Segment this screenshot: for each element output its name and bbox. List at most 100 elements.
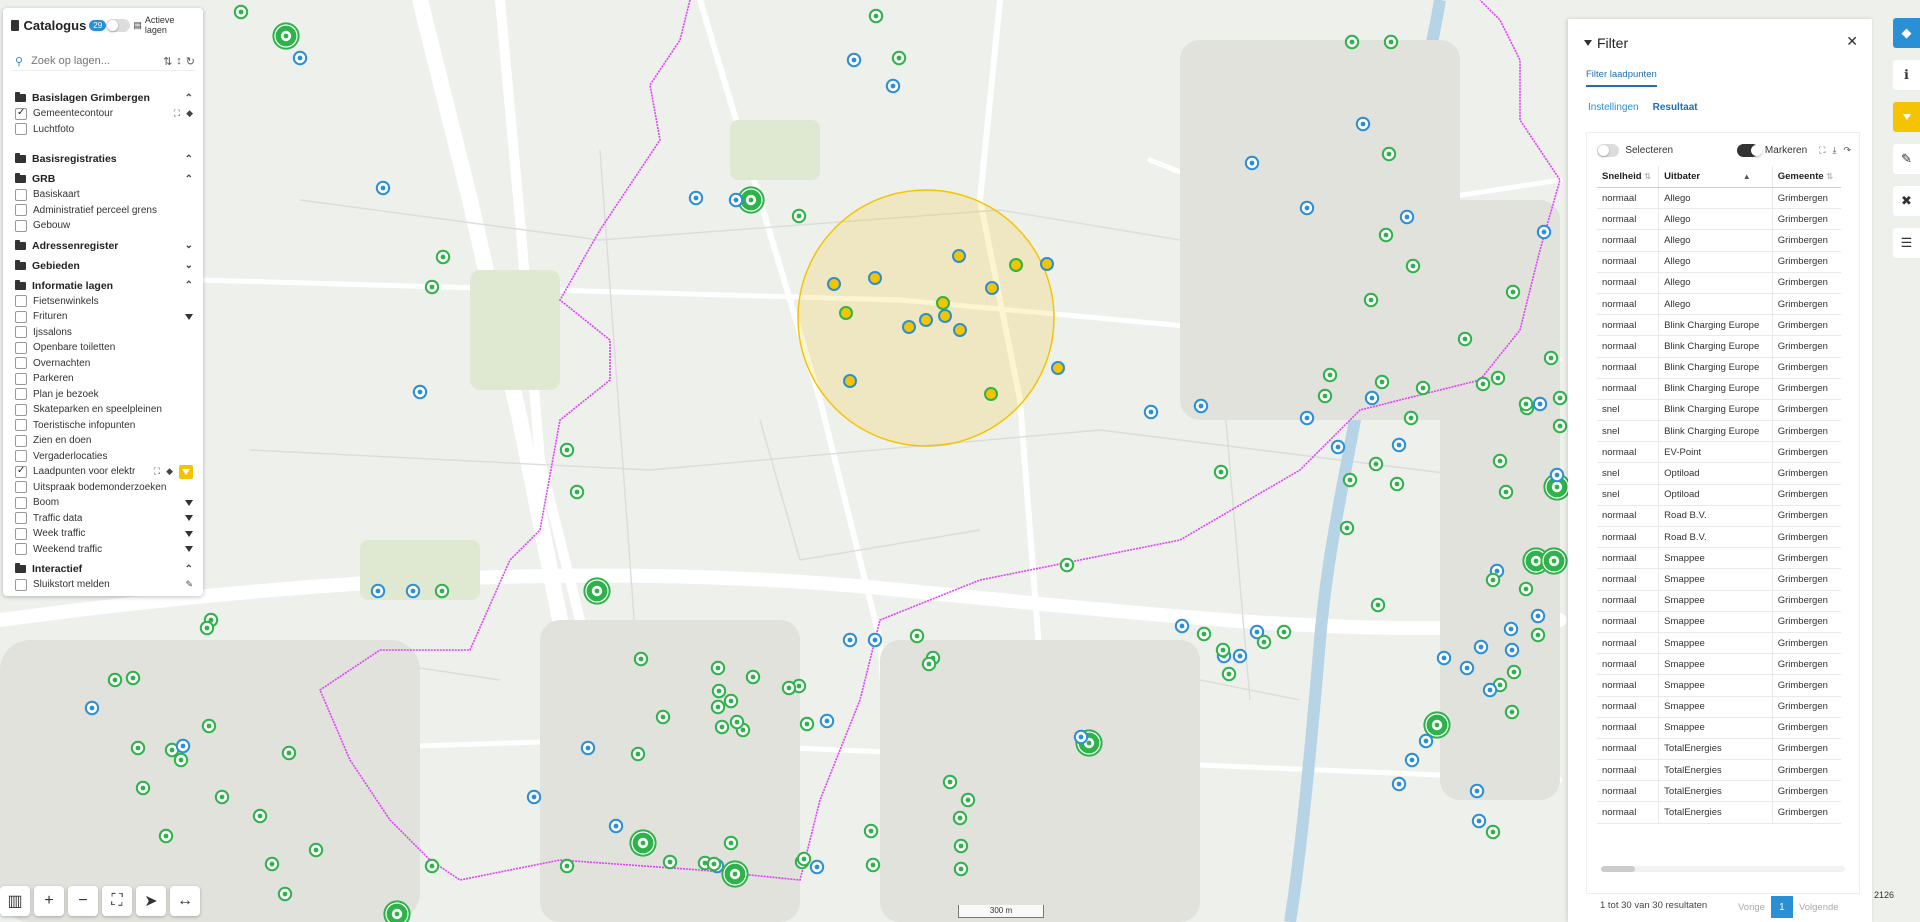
- map-marker[interactable]: [821, 715, 833, 727]
- map-marker[interactable]: [160, 830, 172, 842]
- map-marker[interactable]: [279, 888, 291, 900]
- map-marker[interactable]: [1145, 406, 1157, 418]
- map-marker[interactable]: [1505, 623, 1517, 635]
- layer-checkbox[interactable]: [15, 357, 27, 369]
- map-marker[interactable]: [266, 858, 278, 870]
- table-row[interactable]: normaal Road B.V. Grimbergen: [1597, 527, 1841, 548]
- layer-checkbox[interactable]: [15, 326, 27, 338]
- edit-icon[interactable]: ✎: [185, 579, 193, 590]
- table-row[interactable]: normaal Smappee Grimbergen: [1597, 548, 1841, 569]
- map-marker[interactable]: [1424, 712, 1449, 737]
- layer-checkbox[interactable]: [15, 497, 27, 509]
- map-marker[interactable]: [713, 685, 725, 697]
- layer-checkbox[interactable]: [15, 123, 27, 135]
- map-marker[interactable]: [426, 281, 438, 293]
- map-marker[interactable]: [1234, 650, 1246, 662]
- zoom-out-button[interactable]: −: [68, 886, 98, 916]
- layer-item[interactable]: Toeristische infopunten: [15, 418, 193, 434]
- measure-button[interactable]: ↔: [170, 886, 200, 916]
- layer-item[interactable]: Uitspraak bodemonderzoeken: [15, 480, 193, 496]
- map-marker[interactable]: [137, 782, 149, 794]
- layer-checkbox[interactable]: [15, 435, 27, 447]
- map-marker[interactable]: [1344, 474, 1356, 486]
- map-marker[interactable]: [561, 860, 573, 872]
- layer-item[interactable]: Basiskaart: [15, 187, 193, 203]
- table-row[interactable]: normaal Smappee Grimbergen: [1597, 569, 1841, 590]
- table-row[interactable]: normaal TotalEnergies Grimbergen: [1597, 738, 1841, 759]
- layer-checkbox[interactable]: [15, 512, 27, 524]
- locate-button[interactable]: ➤: [136, 886, 166, 916]
- share-icon[interactable]: ↷: [1843, 145, 1851, 156]
- map-marker[interactable]: [1494, 455, 1506, 467]
- map-marker[interactable]: [793, 210, 805, 222]
- active-layers-switch[interactable]: [106, 19, 130, 32]
- map-marker[interactable]: [1301, 412, 1313, 424]
- layer-item[interactable]: Plan je bezoek: [15, 387, 193, 403]
- map-marker[interactable]: [1520, 398, 1532, 410]
- map-marker[interactable]: [1532, 610, 1544, 622]
- layer-checkbox[interactable]: [15, 466, 27, 478]
- map-marker[interactable]: [1332, 441, 1344, 453]
- filter-button[interactable]: [1893, 102, 1920, 132]
- filter-icon[interactable]: [185, 546, 193, 552]
- layer-group[interactable]: Adressenregister ⌄: [15, 238, 193, 254]
- layer-group[interactable]: Interactief ⌃: [15, 561, 193, 577]
- table-row[interactable]: snel Optiload Grimbergen: [1597, 484, 1841, 505]
- layer-item[interactable]: Frituren: [15, 309, 193, 325]
- map-marker[interactable]: [584, 578, 609, 603]
- map-marker[interactable]: [911, 630, 923, 642]
- layer-item[interactable]: Week traffic: [15, 526, 193, 542]
- highlighted-map-marker[interactable]: [1052, 362, 1064, 374]
- layer-checkbox[interactable]: [15, 528, 27, 540]
- table-row[interactable]: normaal Road B.V. Grimbergen: [1597, 505, 1841, 526]
- map-marker[interactable]: [610, 820, 622, 832]
- highlighted-map-marker[interactable]: [840, 307, 852, 319]
- tab-resultaat[interactable]: Resultaat: [1653, 102, 1698, 113]
- map-marker[interactable]: [1401, 211, 1413, 223]
- map-marker[interactable]: [1324, 369, 1336, 381]
- map-marker[interactable]: [1217, 644, 1229, 656]
- map-marker[interactable]: [1246, 157, 1258, 169]
- column-header-snelheid[interactable]: Snelheid ⇅: [1597, 166, 1659, 188]
- map-marker[interactable]: [1438, 652, 1450, 664]
- layer-group[interactable]: Basislagen Grimbergen ⌃: [15, 90, 193, 106]
- map-marker[interactable]: [1258, 636, 1270, 648]
- map-marker[interactable]: [867, 859, 879, 871]
- map-marker[interactable]: [1520, 583, 1532, 595]
- map-marker[interactable]: [1508, 666, 1520, 678]
- tag-icon[interactable]: ◆: [166, 466, 173, 477]
- highlighted-map-marker[interactable]: [954, 324, 966, 336]
- map-marker[interactable]: [1376, 376, 1388, 388]
- extent-icon[interactable]: ⛶: [174, 108, 180, 119]
- map-marker[interactable]: [716, 721, 728, 733]
- map-marker[interactable]: [798, 853, 810, 865]
- pager-page-1[interactable]: 1: [1771, 896, 1793, 918]
- table-row[interactable]: normaal Allego Grimbergen: [1597, 230, 1841, 251]
- layer-checkbox[interactable]: [15, 419, 27, 431]
- map-marker[interactable]: [1380, 229, 1392, 241]
- map-marker[interactable]: [582, 742, 594, 754]
- layer-group[interactable]: Informatie lagen ⌃: [15, 278, 193, 294]
- map-marker[interactable]: [783, 682, 795, 694]
- table-row[interactable]: normaal TotalEnergies Grimbergen: [1597, 802, 1841, 823]
- table-row[interactable]: snel Blink Charging Europe Grimbergen: [1597, 421, 1841, 442]
- map-marker[interactable]: [109, 674, 121, 686]
- chevron-up-icon[interactable]: ⌃: [185, 93, 193, 104]
- map-marker[interactable]: [1278, 626, 1290, 638]
- zoom-extent-button[interactable]: ⛶: [102, 886, 132, 916]
- table-row[interactable]: normaal Allego Grimbergen: [1597, 188, 1841, 209]
- map-marker[interactable]: [1366, 392, 1378, 404]
- table-row[interactable]: normaal Allego Grimbergen: [1597, 272, 1841, 293]
- filter-icon[interactable]: [185, 515, 193, 521]
- table-row[interactable]: normaal Blink Charging Europe Grimbergen: [1597, 315, 1841, 336]
- layer-item[interactable]: Gebouw: [15, 218, 193, 234]
- layer-item[interactable]: Traffic data: [15, 511, 193, 527]
- highlighted-map-marker[interactable]: [986, 282, 998, 294]
- map-marker[interactable]: [216, 791, 228, 803]
- layer-checkbox[interactable]: [15, 189, 27, 201]
- map-marker[interactable]: [1541, 548, 1566, 573]
- map-marker[interactable]: [1319, 390, 1331, 402]
- map-marker[interactable]: [1487, 826, 1499, 838]
- map-layers-button[interactable]: ▥: [0, 886, 30, 916]
- layer-filter-button[interactable]: [179, 465, 193, 479]
